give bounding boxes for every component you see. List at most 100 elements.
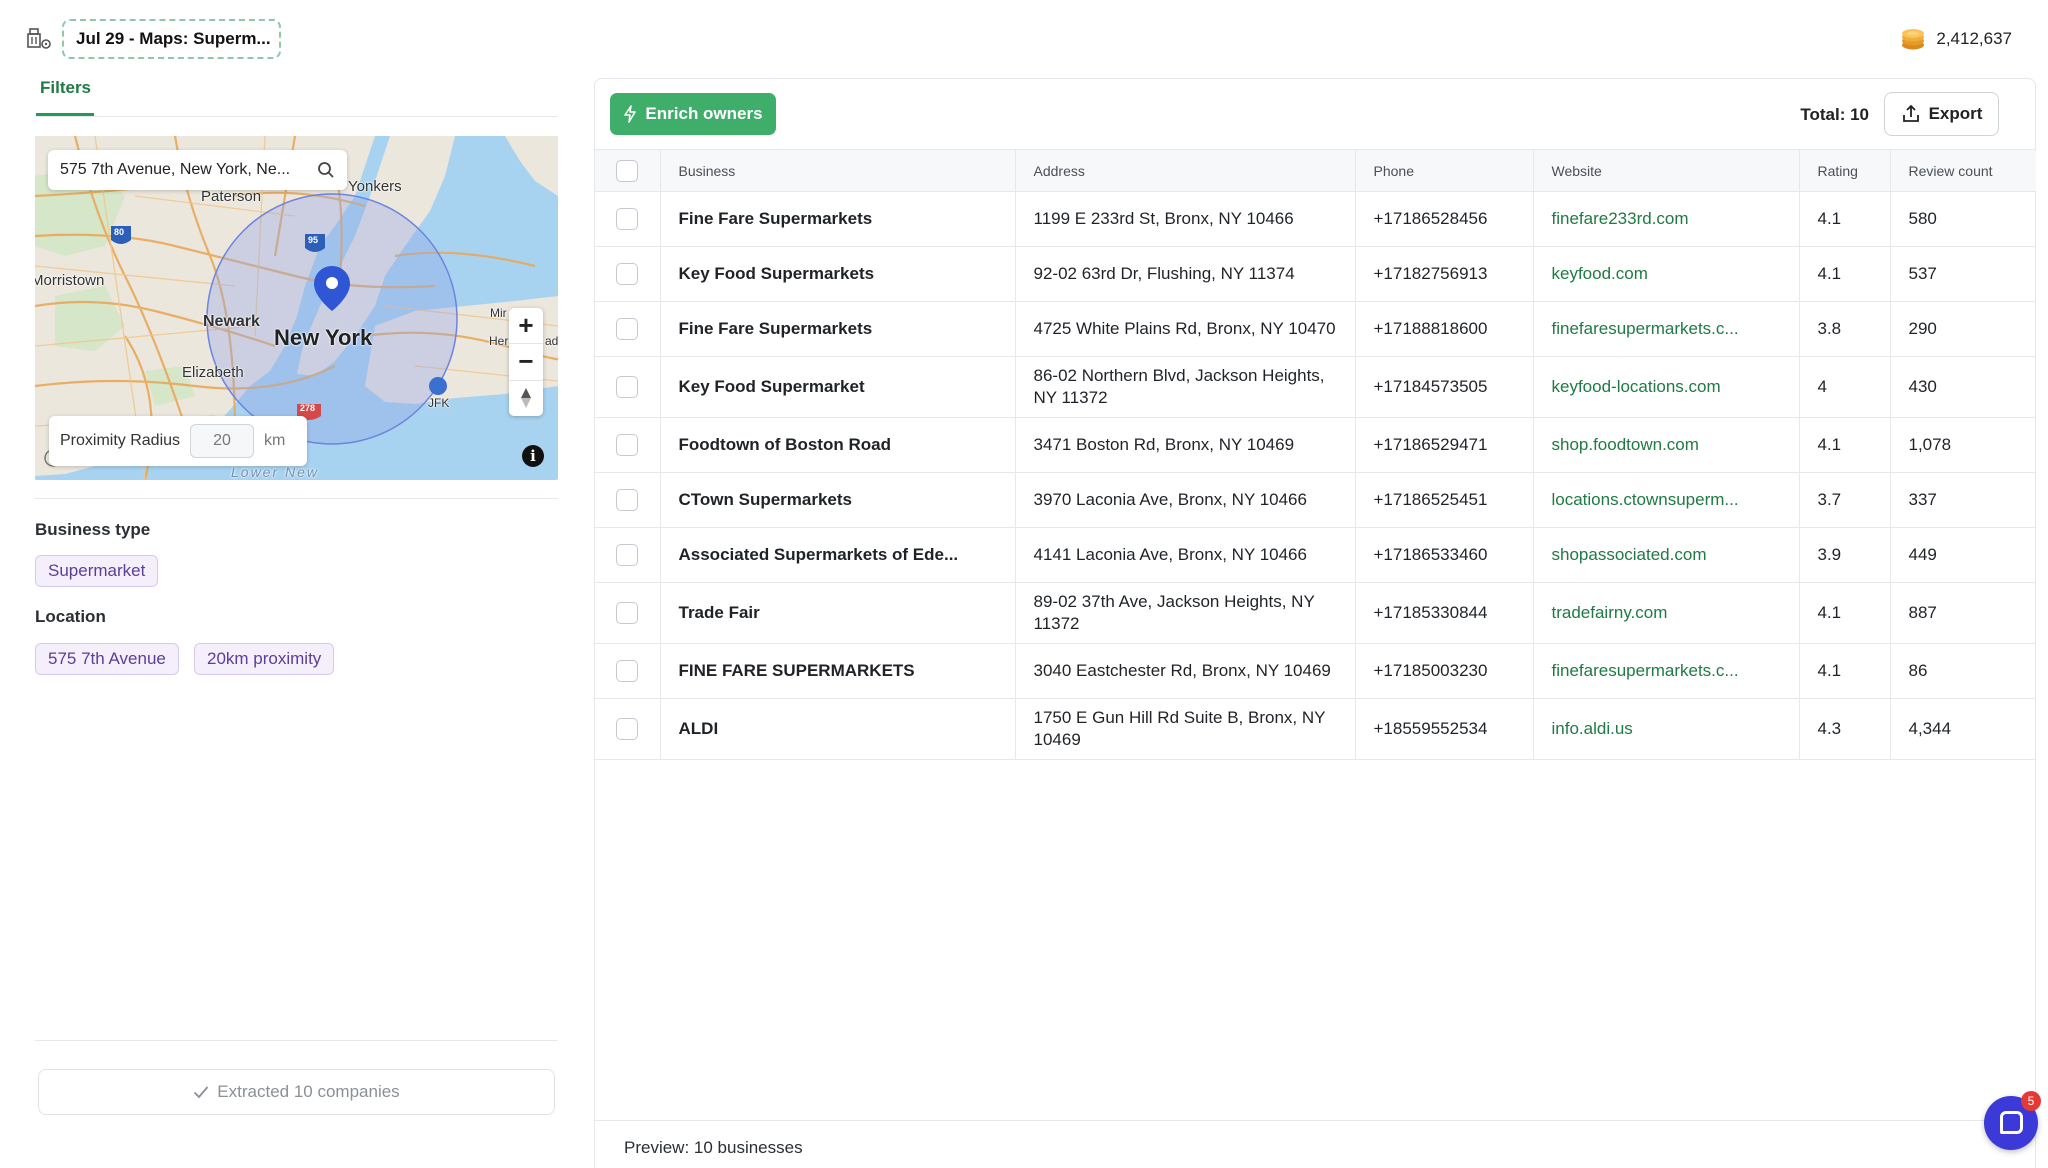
cell-phone: +18559552534 [1355, 698, 1534, 760]
row-checkbox[interactable] [616, 318, 639, 341]
preview-divider [595, 1120, 2036, 1121]
table-row[interactable]: Fine Fare Supermarkets 1199 E 233rd St, … [595, 191, 2036, 247]
cell-website-link[interactable]: finefaresupermarkets.c... [1533, 301, 1800, 357]
cell-website-link[interactable]: info.aldi.us [1533, 698, 1800, 760]
bottom-divider [35, 1040, 558, 1041]
cell-website-link[interactable]: finefare233rd.com [1533, 191, 1800, 247]
cell-review-count: 337 [1890, 472, 2036, 528]
table-header-row: Business Address Phone Website Rating Re… [595, 149, 2036, 192]
hwy-shield-278: 278 [300, 403, 316, 413]
cell-website-link[interactable]: keyfood.com [1533, 246, 1800, 302]
row-checkbox[interactable] [616, 489, 639, 512]
cell-phone: +17185003230 [1355, 643, 1534, 699]
results-panel: Enrich owners Total: 10 Export Business … [594, 78, 2036, 1168]
task-title[interactable]: Jul 29 - Maps: Superm... [62, 19, 281, 59]
column-header-phone[interactable]: Phone [1355, 149, 1534, 192]
hwy-shield-95: 95 [308, 235, 319, 245]
cell-website-link[interactable]: tradefairny.com [1533, 582, 1800, 644]
cell-address: 3970 Laconia Ave, Bronx, NY 10466 [1015, 472, 1356, 528]
row-select-cell [595, 698, 661, 760]
row-select-cell [595, 301, 661, 357]
map-label-mir: Mir [490, 306, 507, 320]
location-chip-address[interactable]: 575 7th Avenue [35, 643, 179, 675]
zoom-out-button[interactable]: − [509, 344, 543, 381]
column-header-website[interactable]: Website [1533, 149, 1800, 192]
cell-website-link[interactable]: shop.foodtown.com [1533, 417, 1800, 473]
row-checkbox[interactable] [616, 544, 639, 567]
table-row[interactable]: Associated Supermarkets of Ede... 4141 L… [595, 527, 2036, 583]
cell-website-link[interactable]: finefaresupermarkets.c... [1533, 643, 1800, 699]
table-row[interactable]: FINE FARE SUPERMARKETS 3040 Eastchester … [595, 643, 2036, 699]
zoom-in-button[interactable]: + [509, 308, 543, 345]
column-header-review-count[interactable]: Review count [1890, 149, 2036, 192]
proximity-radius-unit: km [264, 432, 286, 449]
map-search-input[interactable] [60, 161, 300, 179]
cell-website-link[interactable]: keyfood-locations.com [1533, 356, 1800, 418]
map-divider [35, 498, 558, 499]
chat-icon [2000, 1111, 2023, 1134]
map-label-morristown: Morristown [35, 272, 105, 289]
cell-business: Fine Fare Supermarkets [660, 191, 1016, 247]
cell-review-count: 449 [1890, 527, 2036, 583]
row-checkbox[interactable] [616, 208, 639, 231]
map-attribution-button[interactable]: i [522, 445, 544, 467]
cell-review-count: 537 [1890, 246, 2036, 302]
column-header-business[interactable]: Business [660, 149, 1016, 192]
hwy-shield-80: 80 [114, 227, 125, 237]
chat-unread-badge: 5 [2021, 1091, 2041, 1111]
export-button[interactable]: Export [1884, 92, 1999, 136]
cell-website-link[interactable]: locations.ctownsuperm... [1533, 472, 1800, 528]
column-header-address[interactable]: Address [1015, 149, 1356, 192]
row-checkbox[interactable] [616, 660, 639, 683]
business-type-chip[interactable]: Supermarket [35, 555, 159, 587]
export-label: Export [1928, 104, 1983, 123]
row-checkbox[interactable] [616, 434, 639, 457]
row-select-cell [595, 191, 661, 247]
table-row[interactable]: Fine Fare Supermarkets 4725 White Plains… [595, 301, 2036, 357]
column-header-rating[interactable]: Rating [1799, 149, 1891, 192]
cell-phone: +17186528456 [1355, 191, 1534, 247]
cell-rating: 3.9 [1799, 527, 1891, 583]
enrich-owners-button[interactable]: Enrich owners [610, 93, 776, 135]
cell-rating: 4.1 [1799, 643, 1891, 699]
row-checkbox[interactable] [616, 602, 639, 625]
enrich-owners-label: Enrich owners [645, 104, 763, 123]
row-checkbox[interactable] [616, 263, 639, 286]
row-select-cell [595, 582, 661, 644]
search-icon[interactable] [317, 161, 335, 179]
row-select-cell [595, 472, 661, 528]
select-all-checkbox[interactable] [616, 159, 639, 182]
cell-address: 1750 E Gun Hill Rd Suite B, Bronx, NY 10… [1015, 698, 1356, 760]
row-checkbox[interactable] [616, 718, 639, 741]
table-row[interactable]: Key Food Supermarkets 92-02 63rd Dr, Flu… [595, 246, 2036, 302]
row-select-cell [595, 246, 661, 302]
map-label-newark: Newark [203, 313, 260, 330]
table-row[interactable]: ALDI 1750 E Gun Hill Rd Suite B, Bronx, … [595, 698, 2036, 760]
cell-phone: +17186533460 [1355, 527, 1534, 583]
cell-rating: 4.1 [1799, 417, 1891, 473]
reset-bearing-button[interactable] [509, 381, 543, 416]
total-count: Total: 10 [1800, 105, 1869, 124]
table-row[interactable]: Key Food Supermarket 86-02 Northern Blvd… [595, 356, 2036, 418]
cell-business: Fine Fare Supermarkets [660, 301, 1016, 357]
cell-phone: +17186529471 [1355, 417, 1534, 473]
check-icon [194, 1086, 209, 1099]
map-search-box[interactable] [48, 150, 347, 190]
table-row[interactable]: Trade Fair 89-02 37th Ave, Jackson Heigh… [595, 582, 2036, 644]
map-label-jfk: JFK [428, 396, 450, 410]
cell-business: Trade Fair [660, 582, 1016, 644]
map-label-new-york: New York [274, 325, 373, 350]
map-view[interactable]: Paterson Yonkers Morristown Newark New Y… [35, 136, 558, 480]
cell-review-count: 4,344 [1890, 698, 2036, 760]
table-row[interactable]: CTown Supermarkets 3970 Laconia Ave, Bro… [595, 472, 2036, 528]
cell-review-count: 580 [1890, 191, 2036, 247]
row-checkbox[interactable] [616, 376, 639, 399]
table-row[interactable]: Foodtown of Boston Road 3471 Boston Rd, … [595, 417, 2036, 473]
map-label-yonkers: Yonkers [348, 178, 402, 195]
proximity-radius-input[interactable] [190, 424, 255, 458]
location-chip-proximity[interactable]: 20km proximity [194, 643, 335, 675]
cell-website-link[interactable]: shopassociated.com [1533, 527, 1800, 583]
maps-source-icon [27, 28, 51, 49]
row-select-cell [595, 417, 661, 473]
tab-filters[interactable]: Filters [40, 78, 91, 98]
